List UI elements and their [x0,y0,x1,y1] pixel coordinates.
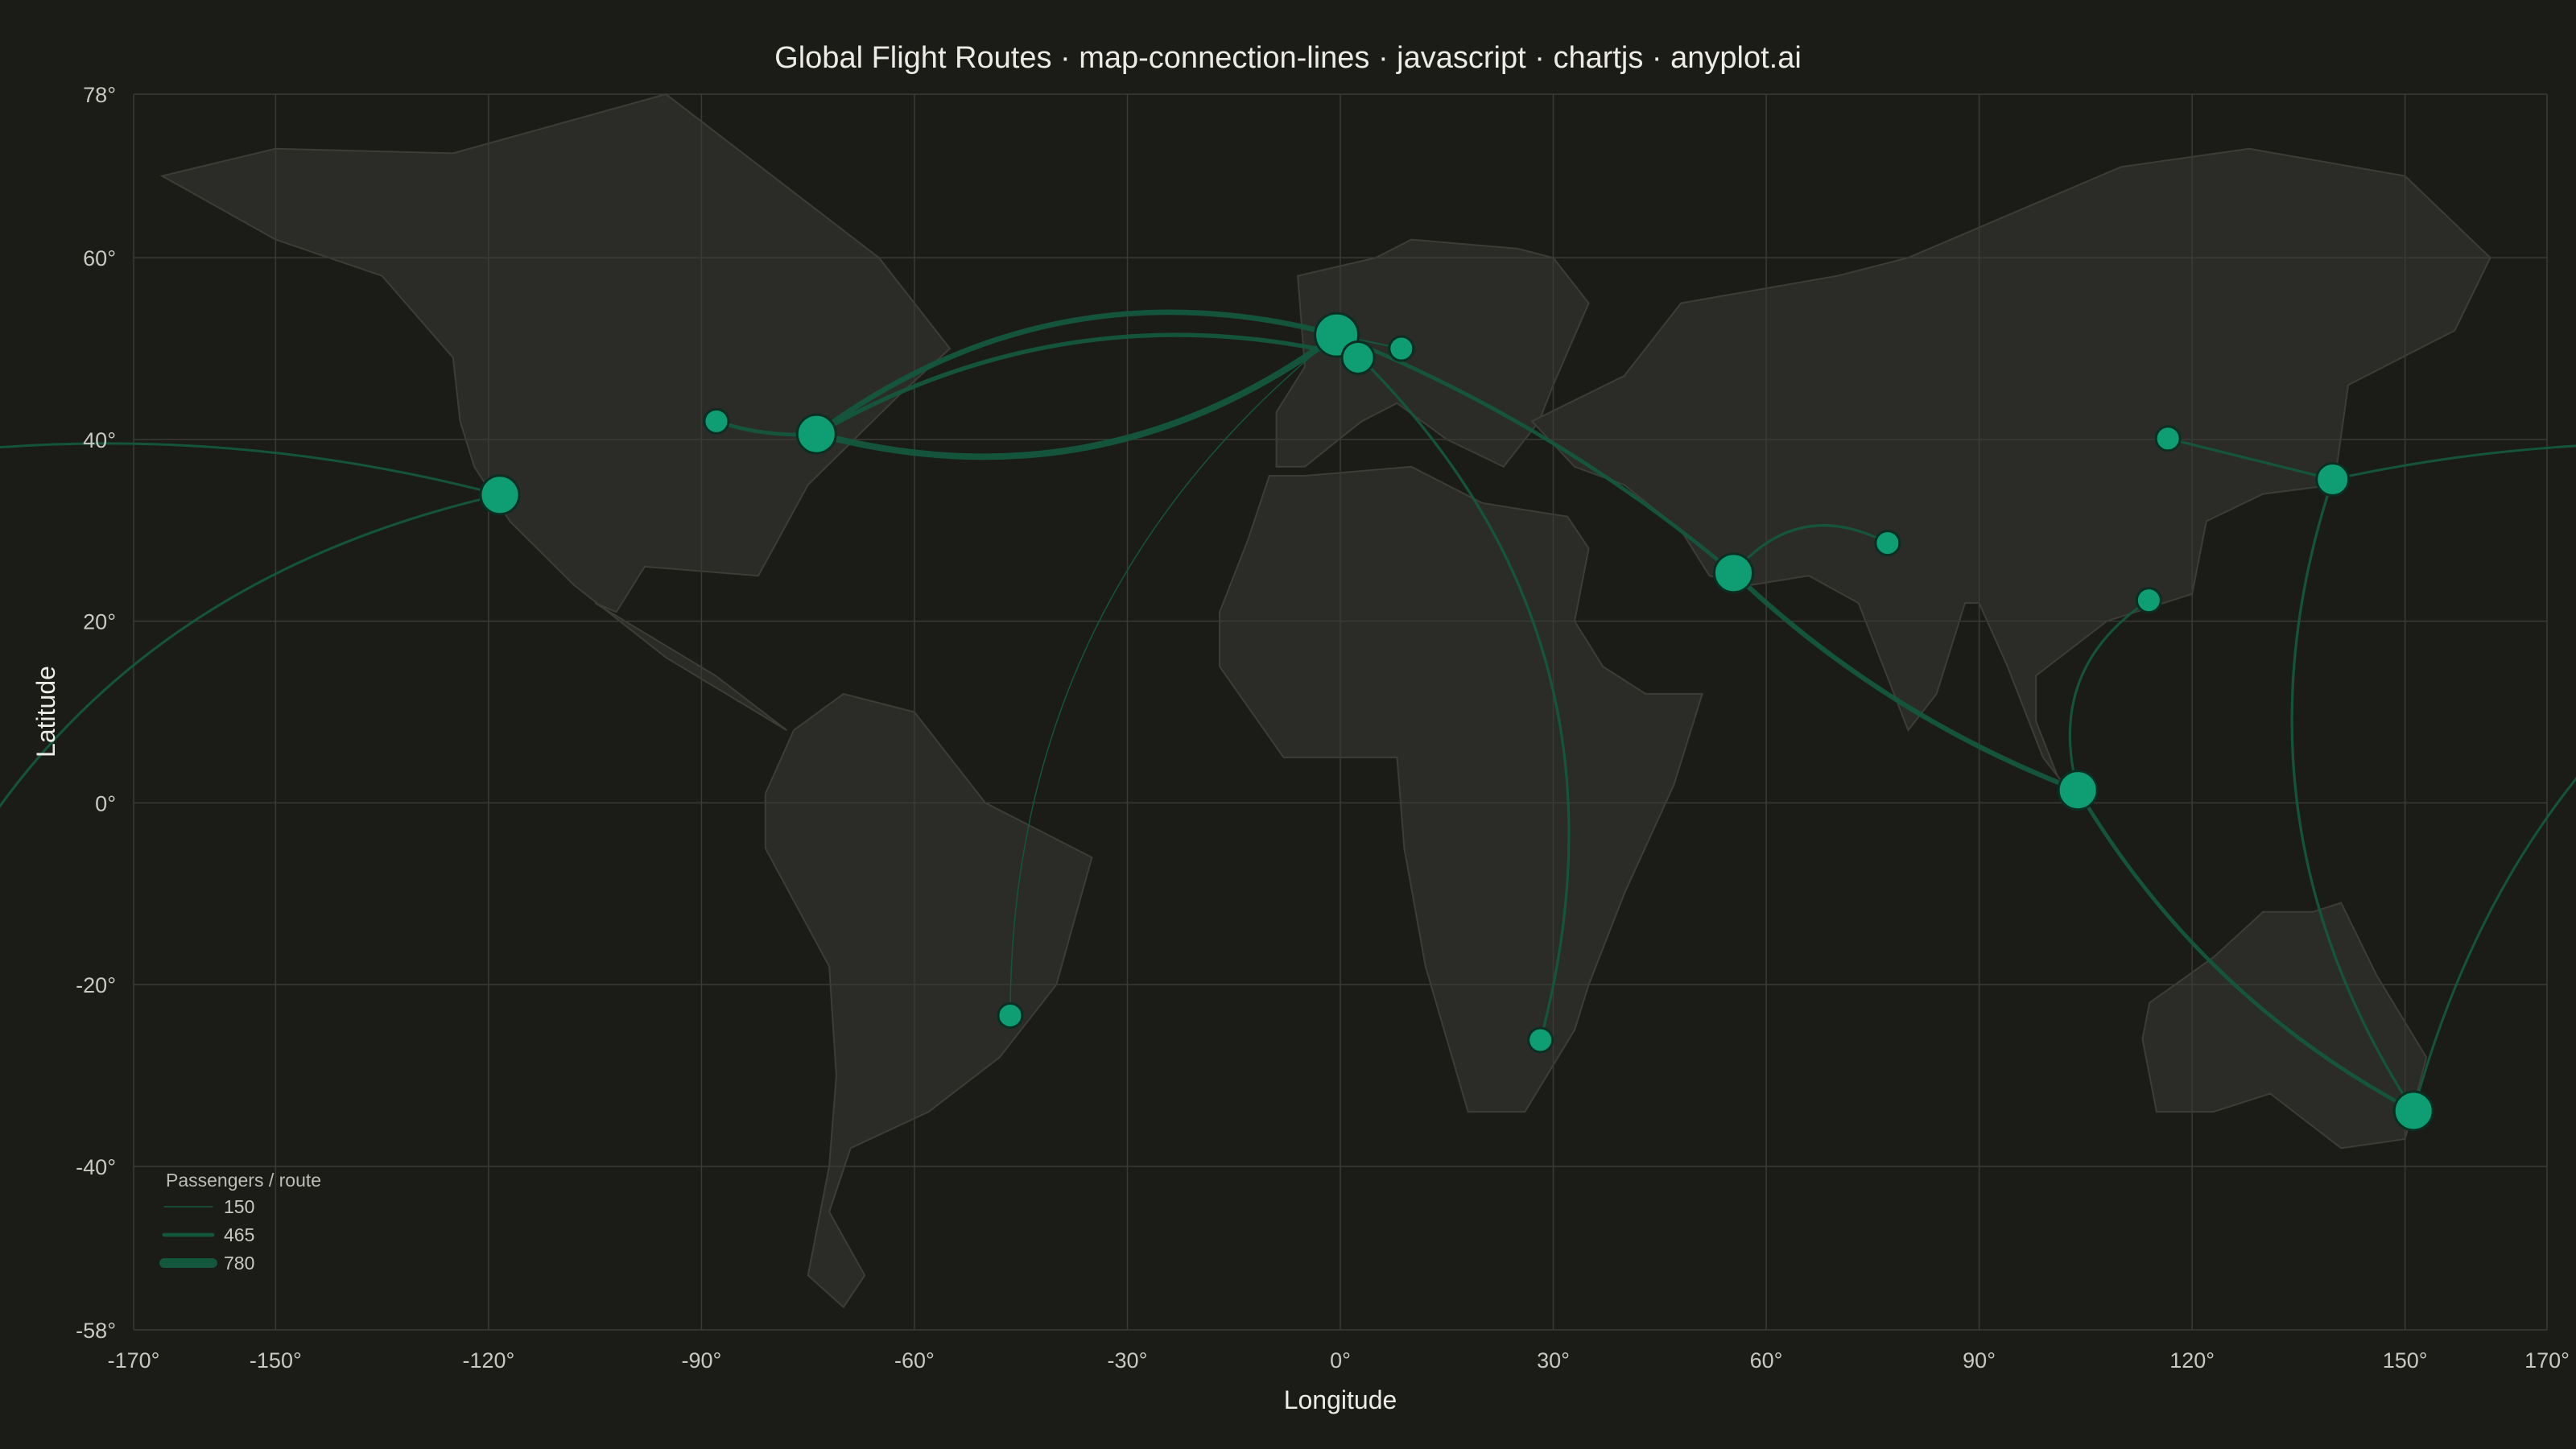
airport-marker [479,474,521,516]
y-tick-label: -40° [76,1155,116,1179]
x-tick-label: 150° [2383,1348,2428,1373]
airport-marker [997,1001,1024,1029]
airport-marker [1874,530,1901,557]
x-tick-label: -170° [108,1348,160,1373]
airport-marker [2057,770,2099,811]
y-tick-label: 0° [95,791,116,815]
y-tick-label: 20° [83,610,116,634]
x-tick-label: -60° [894,1348,935,1373]
airport-marker [1712,552,1754,594]
x-tick-label: 30° [1537,1348,1570,1373]
legend-entry-label: 780 [224,1253,254,1274]
x-axis-label: Longitude [1284,1385,1397,1414]
chart-root: -170° -150° -120° -90° -60° -30° 0° 30° 60° 90° 12… [0,0,2576,1449]
x-tick-label: -120° [462,1348,514,1373]
y-tick-label: -20° [76,973,116,997]
chart-title: Global Flight Routes · map-connection-li… [774,41,1802,75]
x-tick-label: 90° [1963,1348,1996,1373]
y-tick-label: 40° [83,428,116,452]
flight-routes-chart: -170° -150° -120° -90° -60° -30° 0° 30° 60° 90° 12… [0,0,2576,1449]
airport-marker [1340,340,1376,375]
x-tick-label: -90° [681,1348,721,1373]
legend-entry-label: 465 [224,1224,254,1245]
x-tick-label: 170° [2524,1348,2570,1373]
y-tick-label: 60° [83,246,116,270]
airport-marker [703,407,730,435]
airport-marker [2392,1090,2434,1132]
legend-entry-label: 150 [224,1196,254,1217]
x-tick-label: 120° [2169,1348,2215,1373]
airport-marker [1388,335,1415,362]
airport-marker [2135,587,2162,614]
legend-title: Passengers / route [166,1170,321,1191]
airport-marker [1527,1026,1554,1054]
x-tick-label: -150° [250,1348,302,1373]
airport-marker [2315,462,2351,497]
x-tick-label: -30° [1108,1348,1148,1373]
x-tick-label: 0° [1330,1348,1351,1373]
y-tick-label: 78° [83,83,116,107]
y-axis-label: Latitude [31,666,60,758]
x-tick-label: 60° [1750,1348,1783,1373]
airport-marker [2154,425,2182,452]
y-tick-label: -58° [76,1319,116,1343]
airport-marker [795,413,837,455]
